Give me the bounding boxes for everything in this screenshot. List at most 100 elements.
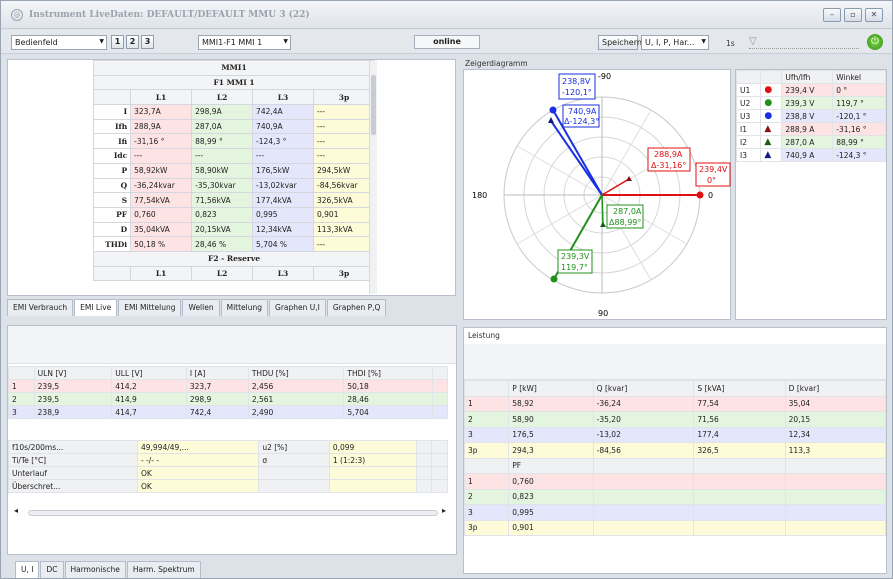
save-button[interactable]: Speichern [598, 35, 642, 50]
horizontal-scrollbar[interactable] [28, 510, 438, 516]
pf-value: 0,823 [508, 488, 594, 505]
emi-cell: -124,3 ° [252, 133, 314, 150]
panel-select[interactable]: Bedienfeld ▼ [11, 35, 107, 50]
status-row: Überschret... OK [8, 479, 448, 493]
pf-row: 3 0,995 [463, 504, 887, 521]
tab-graphen-u-i[interactable]: Graphen U,I [269, 299, 326, 316]
voltage-table: ULN [V] ULL [V] I [A] THDU [%] THDI [%] 1 239… [8, 366, 449, 419]
interval-slider[interactable]: ▽ [749, 36, 859, 49]
axis-right-label: 0 [708, 191, 713, 200]
power-row: 3 176,5 -13,02 177,4 12,34 [463, 426, 887, 443]
power-title: Leistung [468, 331, 500, 340]
emi-cell: 294,5kW [313, 162, 375, 179]
bottom-tabbar: U, I DC Harmonische Harm. Spektrum [15, 561, 202, 578]
status-cell [415, 466, 433, 480]
status-cell [415, 440, 433, 454]
emi-cell: 176,5kW [252, 162, 314, 179]
window-title: Instrument LiveDaten: DEFAULT/DEFAULT MM… [29, 10, 310, 20]
chevron-down-icon: ▼ [99, 38, 104, 45]
phasor-table-panel: Ufh/Ifh Winkel U1 ● 239,4 V0 ° U2 ● 239,3 V 119… [735, 69, 887, 320]
status-cell [328, 466, 417, 480]
power-icon[interactable]: ⏻ [867, 34, 883, 50]
emi-cell: 0,995 [252, 206, 314, 223]
status-cell: 0,099 [328, 440, 417, 454]
emi-row: Q -36,24kvar -35,30kvar -13,02kvar -84,56kva… [92, 177, 375, 194]
status-table: f10s/200ms... 49,994/49,... u2 [%] 0,099 Ti/… [8, 440, 448, 493]
power-cell: 294,3 [508, 442, 594, 459]
svg-text:0°: 0° [707, 176, 716, 185]
svg-text:740,9A: 740,9A [568, 107, 597, 116]
emi-row: I 323,7A 298,9A 742,4A --- [92, 104, 375, 120]
tab-harmonische[interactable]: Harmonische [64, 561, 126, 578]
emi-cell: -35,30kvar [191, 177, 254, 194]
tab-harm-spektrum[interactable]: Harm. Spektrum [126, 561, 201, 578]
voltage-cell: 414,2 [111, 379, 187, 393]
page-2-button[interactable]: 2 [126, 35, 139, 49]
scroll-right-icon[interactable]: ▸ [442, 506, 446, 515]
emi-row: Ifh 288,9A 287,0A 740,9A --- [92, 118, 375, 135]
power-cell: 177,4 [693, 426, 786, 443]
tab-mittelung[interactable]: Mittelung [220, 299, 269, 316]
pf-value: 0,760 [508, 473, 594, 490]
phasor-col-header [735, 70, 762, 84]
emi-section2: F2 - Reserve [93, 250, 375, 267]
emi-cell: --- [313, 118, 375, 135]
status-cell: Überschret... [8, 479, 138, 493]
status-cell [431, 453, 448, 467]
pf-phase: 3p [463, 519, 510, 536]
phasor-col-header: Winkel [832, 70, 886, 84]
voltage-cell: 5,704 [343, 405, 433, 419]
status-cell [328, 479, 417, 493]
minimize-button[interactable]: – [823, 8, 841, 22]
voltage-cell: 414,7 [111, 405, 187, 419]
phasor-col-header [760, 70, 783, 84]
slider-handle-icon[interactable]: ▽ [749, 36, 757, 47]
phasor-row: I1 ▲ 288,9 A -31,16 ° [735, 122, 886, 136]
svg-text:Δ88,99°: Δ88,99° [609, 218, 641, 227]
phasor-table: Ufh/Ifh Winkel U1 ● 239,4 V0 ° U2 ● 239,3 V 119… [735, 70, 886, 162]
pf-blank [463, 457, 510, 474]
voltage-row: 1 239,5 414,2 323,7 2,456 50,18 [8, 379, 449, 393]
power-cell: 326,5 [693, 442, 786, 459]
status-cell [415, 479, 433, 493]
emi-cell: -84,56kvar [313, 177, 375, 194]
tab-wellen[interactable]: Wellen [182, 299, 220, 316]
tab-u-i[interactable]: U, I [15, 561, 40, 578]
power-cell: 176,5 [508, 426, 594, 443]
phasor-diagram: -90 180 0 90 238,8V -120,1° 740,9A Δ-124,3… [463, 69, 731, 320]
emi-row-label: I [92, 104, 132, 120]
tab-emi-verbrauch[interactable]: EMI Verbrauch [7, 299, 74, 316]
scroll-left-icon[interactable]: ◂ [14, 506, 18, 515]
u1-label: 239,4V 0° [695, 162, 731, 187]
emi-row-label: THDi [92, 236, 132, 252]
phasor-title: Zeigerdiagramm [465, 59, 528, 68]
power-panel: Leistung P [kW] Q [kvar] S [kVA] D [kvar] 1… [463, 327, 887, 574]
emi-cell: --- [313, 148, 375, 164]
phasor-name: I3 [735, 148, 762, 162]
status-row: Unterlauf OK [8, 466, 448, 480]
pf-row: 3p 0,901 [463, 519, 887, 536]
tab-dc[interactable]: DC [40, 561, 64, 578]
tab-graphen-p-q[interactable]: Graphen P,Q [326, 299, 387, 316]
close-button[interactable]: ✕ [865, 8, 883, 22]
mode-select[interactable]: U, I, P, Har... ▼ [641, 35, 709, 50]
phasor-angle: 0 ° [832, 83, 886, 97]
device-select[interactable]: MMI1-F1 MMI 1 ▼ [198, 35, 291, 50]
voltage-cell [431, 392, 449, 406]
emi-row-label: P [92, 162, 132, 179]
emi-row: P 58,92kW 58,90kW 176,5kW 294,5kW [92, 162, 375, 179]
emi-scrollbar[interactable] [369, 61, 377, 294]
voltage-panel: ULN [V] ULL [V] I [A] THDU [%] THDI [%] 1 239… [7, 325, 457, 555]
maximize-button[interactable]: ▫ [844, 8, 862, 22]
page-1-button[interactable]: 1 [111, 35, 124, 49]
scroll-thumb[interactable] [371, 75, 376, 135]
pf-empty [693, 473, 786, 490]
page-3-button[interactable]: 3 [141, 35, 154, 49]
tab-emi-mittelung[interactable]: EMI Mittelung [118, 299, 182, 316]
voltage-cell: 239,5 [33, 379, 113, 393]
voltage-row: 2 239,5 414,9 298,9 2,561 28,46 [8, 392, 449, 406]
svg-text:287,0A: 287,0A [613, 207, 642, 216]
tab-emi-live[interactable]: EMI Live [74, 299, 118, 316]
phasor-chart: -90 180 0 90 238,8V -120,1° 740,9AΔ-124,3… [472, 72, 731, 318]
status-cell: - -/- - [136, 453, 260, 467]
